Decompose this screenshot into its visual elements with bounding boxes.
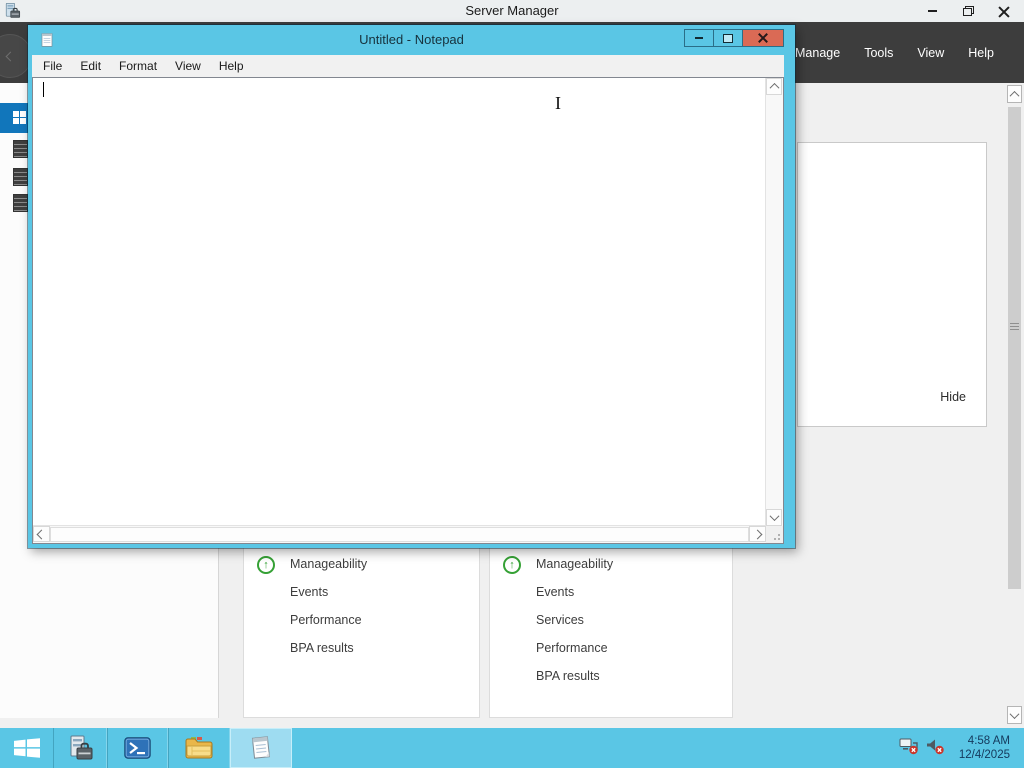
taskbar-clock[interactable]: 4:58 AM 12/4/2025 bbox=[959, 734, 1010, 762]
volume-muted-icon[interactable] bbox=[925, 737, 945, 760]
start-button[interactable] bbox=[0, 728, 53, 768]
server-icon bbox=[13, 140, 28, 158]
sm-restore-button[interactable] bbox=[950, 0, 986, 22]
resize-grip[interactable] bbox=[766, 526, 783, 543]
clock-date: 12/4/2025 bbox=[958, 749, 1010, 761]
taskbar-notepad[interactable] bbox=[230, 728, 292, 768]
chevron-up-icon bbox=[1009, 90, 1020, 101]
tile-link-bpa-results[interactable]: BPA results bbox=[290, 641, 354, 655]
notepad-icon bbox=[251, 736, 271, 759]
hide-link[interactable]: Hide bbox=[940, 390, 966, 404]
chevron-down-icon bbox=[769, 511, 779, 522]
sm-close-button[interactable] bbox=[986, 0, 1022, 22]
menu-help[interactable]: Help bbox=[968, 46, 994, 60]
scroll-down-button[interactable] bbox=[1007, 706, 1022, 724]
server-manager-icon bbox=[70, 735, 93, 760]
tile-link-services[interactable]: Services bbox=[536, 613, 584, 627]
windows-logo-icon bbox=[13, 738, 40, 758]
notepad-text-area[interactable] bbox=[32, 77, 784, 544]
taskbar-powershell[interactable] bbox=[107, 728, 168, 768]
scroll-up-button[interactable] bbox=[1007, 85, 1022, 103]
menu-tools[interactable]: Tools bbox=[864, 46, 893, 60]
tile-link-bpa-results[interactable]: BPA results bbox=[536, 669, 600, 683]
system-tray: 4:58 AM 12/4/2025 bbox=[899, 728, 1024, 768]
np-minimize-button[interactable] bbox=[684, 29, 714, 47]
menu-format[interactable]: Format bbox=[110, 59, 166, 73]
scroll-down-button[interactable] bbox=[766, 509, 782, 526]
thumb-grip-icon bbox=[1010, 323, 1019, 331]
clock-time: 4:58 AM bbox=[967, 735, 1010, 747]
server-manager-titlebar[interactable]: Server Manager bbox=[0, 0, 1024, 22]
close-icon bbox=[998, 6, 1010, 17]
close-icon bbox=[758, 33, 768, 43]
green-up-arrow-icon: ↑ bbox=[503, 556, 521, 574]
server-manager-window-title: Server Manager bbox=[465, 3, 559, 18]
tile-link-performance[interactable]: Performance bbox=[290, 613, 362, 627]
chevron-right-icon bbox=[752, 529, 763, 539]
ibeam-cursor: I bbox=[555, 93, 561, 113]
sm-minimize-button[interactable] bbox=[914, 0, 950, 22]
notepad-window-title: Untitled - Notepad bbox=[359, 32, 464, 47]
notepad-menubar: File Edit Format View Help bbox=[32, 55, 784, 77]
notepad-window: Untitled - Notepad File Edit Format View… bbox=[28, 25, 795, 548]
menu-help[interactable]: Help bbox=[210, 59, 253, 73]
chevron-down-icon bbox=[1009, 708, 1020, 719]
scrollbar-thumb[interactable] bbox=[50, 527, 749, 542]
dashboard-scrollbar[interactable] bbox=[1007, 83, 1023, 728]
notepad-titlebar[interactable]: Untitled - Notepad bbox=[28, 25, 795, 55]
notepad-horizontal-scrollbar[interactable] bbox=[33, 525, 766, 543]
menu-view[interactable]: View bbox=[917, 46, 944, 60]
taskbar-server-manager[interactable] bbox=[53, 728, 107, 768]
desktop: Server Manager Manage Tools View Help Hi… bbox=[0, 0, 1024, 768]
role-tile: ↑ Manageability Events Performance BPA r… bbox=[243, 548, 480, 718]
grip-dots-icon bbox=[778, 538, 780, 540]
scrollbar-thumb[interactable] bbox=[1008, 107, 1021, 589]
welcome-tile: Hide bbox=[797, 142, 987, 427]
server-manager-menubar: Manage Tools View Help bbox=[795, 22, 994, 83]
menu-edit[interactable]: Edit bbox=[71, 59, 110, 73]
network-error-icon[interactable] bbox=[899, 737, 919, 760]
storage-icon bbox=[13, 194, 28, 212]
tile-link-events[interactable]: Events bbox=[536, 585, 574, 599]
powershell-icon bbox=[124, 737, 151, 759]
minimize-icon bbox=[695, 37, 703, 39]
folder-icon bbox=[185, 737, 213, 759]
taskbar-file-explorer[interactable] bbox=[168, 728, 230, 768]
green-up-arrow-icon: ↑ bbox=[257, 556, 275, 574]
chevron-left-icon bbox=[36, 529, 47, 539]
scroll-left-button[interactable] bbox=[33, 526, 50, 542]
tile-link-manageability[interactable]: Manageability bbox=[536, 557, 613, 571]
tile-link-performance[interactable]: Performance bbox=[536, 641, 608, 655]
restore-icon bbox=[962, 6, 974, 16]
np-close-button[interactable] bbox=[742, 29, 784, 47]
back-arrow-icon bbox=[5, 51, 15, 61]
taskbar: 4:58 AM 12/4/2025 bbox=[0, 728, 1024, 768]
role-tile: ↑ Manageability Events Services Performa… bbox=[489, 548, 733, 718]
scroll-up-button[interactable] bbox=[766, 78, 782, 95]
dashboard-grid-icon bbox=[13, 111, 26, 124]
notepad-vertical-scrollbar[interactable] bbox=[765, 78, 783, 526]
maximize-icon bbox=[723, 33, 733, 43]
servers-icon bbox=[13, 168, 28, 186]
text-caret bbox=[43, 82, 44, 97]
chevron-up-icon bbox=[769, 82, 779, 93]
menu-view[interactable]: View bbox=[166, 59, 210, 73]
menu-file[interactable]: File bbox=[34, 59, 71, 73]
tile-link-manageability[interactable]: Manageability bbox=[290, 557, 367, 571]
tile-link-events[interactable]: Events bbox=[290, 585, 328, 599]
menu-manage[interactable]: Manage bbox=[795, 46, 840, 60]
np-maximize-button[interactable] bbox=[713, 29, 743, 47]
minimize-icon bbox=[927, 10, 937, 12]
scroll-right-button[interactable] bbox=[749, 526, 766, 542]
